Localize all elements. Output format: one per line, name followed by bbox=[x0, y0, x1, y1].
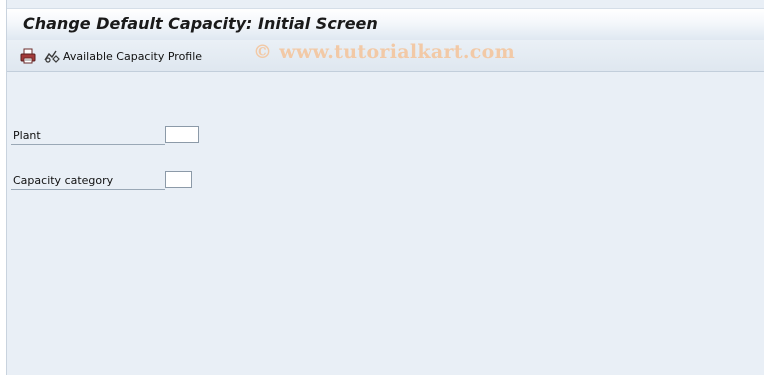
capacity-category-label-underline bbox=[11, 189, 165, 190]
page-title: Change Default Capacity: Initial Screen bbox=[23, 14, 378, 33]
capacity-category-input[interactable] bbox=[165, 171, 192, 188]
sap-window: Change Default Capacity: Initial Screen … bbox=[6, 0, 764, 375]
capacity-category-row: Capacity category bbox=[11, 169, 211, 191]
plant-row: Plant bbox=[11, 125, 211, 147]
plant-label-underline bbox=[11, 144, 165, 145]
title-bar: Change Default Capacity: Initial Screen bbox=[7, 8, 764, 41]
available-capacity-profile-button[interactable]: Available Capacity Profile bbox=[43, 46, 202, 66]
capacity-category-label: Capacity category bbox=[13, 174, 114, 187]
plant-label: Plant bbox=[13, 129, 41, 142]
plant-input[interactable] bbox=[165, 126, 199, 143]
printer-icon[interactable] bbox=[20, 48, 36, 64]
available-capacity-profile-label: Available Capacity Profile bbox=[63, 49, 203, 63]
watermark: © www.tutorialkart.com bbox=[253, 41, 516, 63]
capacity-profile-icon bbox=[44, 50, 60, 63]
